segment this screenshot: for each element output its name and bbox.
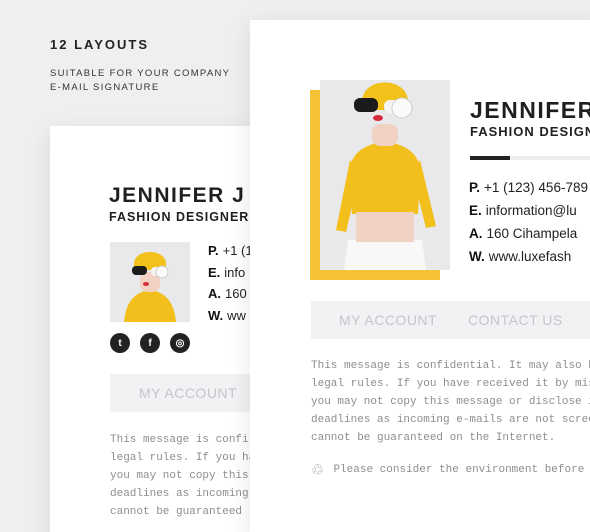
contact-list: P. +1 (123) 456-789 E. information@lu A. 16… [469, 176, 588, 268]
disclaimer-line: legal rules. If you have received it by … [311, 378, 590, 390]
contact-phone: P. +1 (123) 456-789 [469, 176, 588, 199]
facebook-icon[interactable]: f [140, 333, 160, 353]
nav-bar: MY ACCOUNT [110, 374, 265, 412]
disclaimer-text: This message is confidential. It may als… [311, 357, 590, 447]
contact-value: ww [227, 307, 246, 323]
promo-title: 12 LAYOUTS [50, 37, 149, 52]
promo-subtitle: SUITABLE FOR YOUR COMPANY E-MAIL SIGNATU… [50, 67, 250, 95]
disclaimer-text: This message is confi legal rules. If yo… [110, 431, 255, 521]
nav-my-account[interactable]: MY ACCOUNT [139, 385, 237, 401]
contact-email: E. info [208, 262, 253, 284]
profile-photo [110, 242, 190, 322]
disclaimer-line: you may not copy this message or disclos… [311, 396, 590, 408]
recycle-icon: ♲ [311, 461, 325, 479]
promo-subtitle-line: SUITABLE FOR YOUR COMPANY [50, 68, 231, 79]
disclaimer-line: legal rules. If you ha [110, 452, 256, 464]
contact-value: 160 [225, 286, 247, 301]
contact-address: A. 160 Cihampela [469, 222, 588, 245]
nav-my-account[interactable]: MY ACCOUNT [339, 312, 437, 328]
disclaimer-line: you may not copy this [110, 470, 249, 482]
nav-contact-us[interactable]: CONTACT US [468, 312, 563, 328]
nav-bar: MY ACCOUNT CONTACT US [311, 301, 590, 339]
contact-value: +1 (1 [222, 243, 253, 258]
signature-role: FASHION DESIGNER [109, 210, 250, 224]
divider-accent [470, 156, 510, 160]
contact-key: E. [208, 264, 221, 280]
disclaimer-line: cannot be guaranteed [110, 506, 243, 518]
instagram-icon[interactable]: ◎ [170, 333, 190, 353]
disclaimer-line: cannot be guaranteed on the Internet. [311, 432, 556, 444]
twitter-icon[interactable]: t [110, 333, 130, 353]
promo-block: 12 LAYOUTS SUITABLE FOR YOUR COMPANY E-M… [50, 37, 250, 95]
disclaimer-line: deadlines as incoming e-mails are not sc… [311, 414, 590, 426]
contact-key: P. [208, 243, 219, 258]
contact-phone: P. +1 (1 [208, 240, 253, 262]
signature-card-back: JENNIFER J FASHION DESIGNER P. +1 (1 E. in… [50, 126, 265, 532]
eco-note: ♲ Please consider the environment before [311, 461, 584, 479]
eco-note-text: Please consider the environment before [333, 464, 585, 476]
disclaimer-line: deadlines as incoming [110, 488, 249, 500]
signature-role: FASHION DESIGN [470, 124, 590, 139]
contact-value: +1 (123) 456-789 [484, 180, 588, 195]
contact-website: W. www.luxefash [469, 245, 588, 268]
social-links: t f ◎ [110, 333, 190, 353]
contact-key: A. [469, 226, 483, 241]
contact-email: E. information@lu [469, 199, 588, 222]
disclaimer-line: This message is confi [110, 434, 249, 446]
contact-value: info [224, 264, 246, 280]
contact-value: information@lu [485, 203, 577, 218]
contact-value: 160 Cihampela [486, 226, 578, 241]
contact-list: P. +1 (1 E. info A. 160 W. ww [208, 240, 253, 326]
contact-key: P. [469, 180, 481, 195]
profile-photo [320, 80, 450, 270]
contact-website: W. ww [208, 305, 253, 327]
disclaimer-line: This message is confidential. It may als… [311, 360, 590, 372]
contact-key: A. [208, 286, 221, 301]
signature-name: JENNIFER J [109, 184, 246, 207]
contact-address: A. 160 [208, 283, 253, 305]
contact-key: W. [469, 249, 485, 264]
promo-subtitle-line: E-MAIL SIGNATURE [50, 82, 160, 93]
contact-value: www.luxefash [488, 249, 572, 264]
signature-card-front: JENNIFER FASHION DESIGN P. +1 (123) 456-7… [250, 20, 590, 532]
contact-key: E. [469, 203, 482, 218]
signature-name: JENNIFER [470, 97, 590, 123]
contact-key: W. [208, 307, 224, 323]
